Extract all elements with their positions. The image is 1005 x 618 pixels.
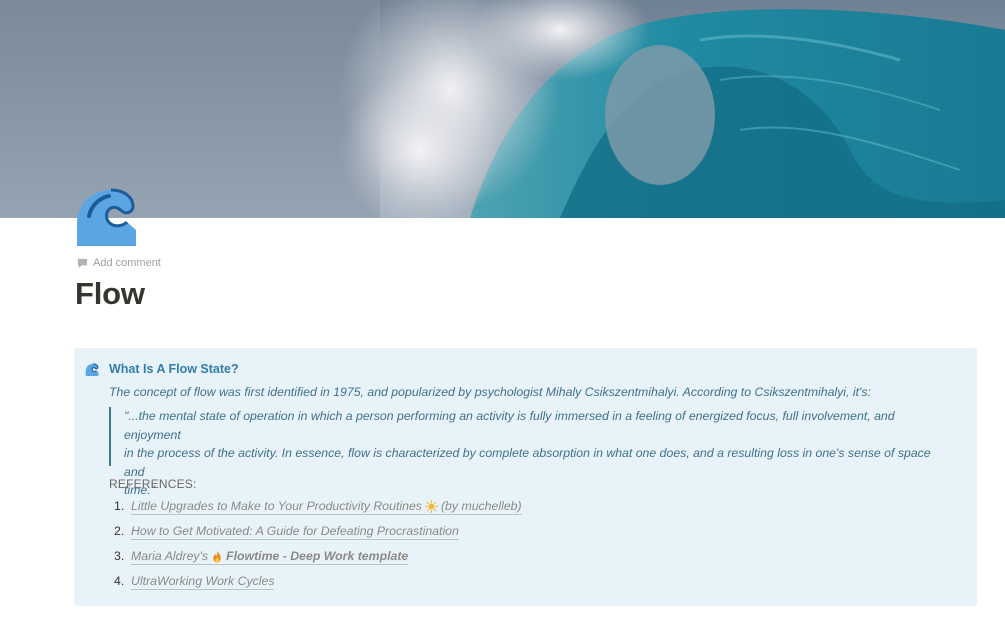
reference-link-productivity-routines[interactable]: Little Upgrades to Make to Your Producti… (131, 499, 522, 515)
page-wave-icon[interactable] (75, 186, 137, 246)
references-list: 1. Little Upgrades to Make to Your Produ… (109, 499, 522, 599)
ocean-wave-illustration (0, 0, 1005, 218)
list-item: 4. UltraWorking Work Cycles (109, 574, 522, 599)
link-text-bold: Flowtime - Deep Work template (226, 549, 409, 563)
reference-link-ultraworking[interactable]: UltraWorking Work Cycles (131, 574, 275, 590)
add-comment-button[interactable]: Add comment (77, 256, 161, 270)
list-number: 2. (114, 524, 125, 538)
list-number: 4. (114, 574, 125, 588)
cover-image (0, 0, 1005, 218)
list-item: 3. Maria Aldrey's Flowtime - Deep Work t… (109, 549, 522, 574)
references-label: REFERENCES: (109, 477, 197, 491)
intro-paragraph: The concept of flow was first identified… (109, 385, 871, 399)
list-item: 2. How to Get Motivated: A Guide for Def… (109, 524, 522, 549)
reference-link-get-motivated[interactable]: How to Get Motivated: A Guide for Defeat… (131, 524, 459, 540)
reference-link-flowtime-template[interactable]: Maria Aldrey's Flowtime - Deep Work temp… (131, 549, 409, 565)
fire-icon (213, 549, 221, 563)
list-number: 1. (114, 499, 125, 513)
callout-block[interactable]: What Is A Flow State? The concept of flo… (74, 348, 977, 606)
wave-icon (77, 188, 136, 246)
blockquote: "...the mental state of operation in whi… (109, 407, 954, 497)
page-title[interactable]: Flow (75, 276, 145, 312)
wave-icon (85, 363, 99, 376)
quote-line: "...the mental state of operation in whi… (124, 409, 895, 442)
list-number: 3. (114, 549, 125, 563)
link-text: Maria Aldrey's (131, 549, 209, 563)
add-comment-label: Add comment (93, 257, 161, 269)
quote-line: in the process of the activity. In essen… (124, 446, 931, 479)
callout-heading: What Is A Flow State? (109, 362, 239, 376)
link-text-suffix: (by muchelleb) (440, 499, 522, 513)
list-item: 1. Little Upgrades to Make to Your Produ… (109, 499, 522, 524)
sun-icon (425, 499, 438, 513)
quote-line: time." (124, 483, 156, 498)
link-text: Little Upgrades to Make to Your Producti… (131, 499, 422, 513)
comment-icon (77, 258, 88, 268)
